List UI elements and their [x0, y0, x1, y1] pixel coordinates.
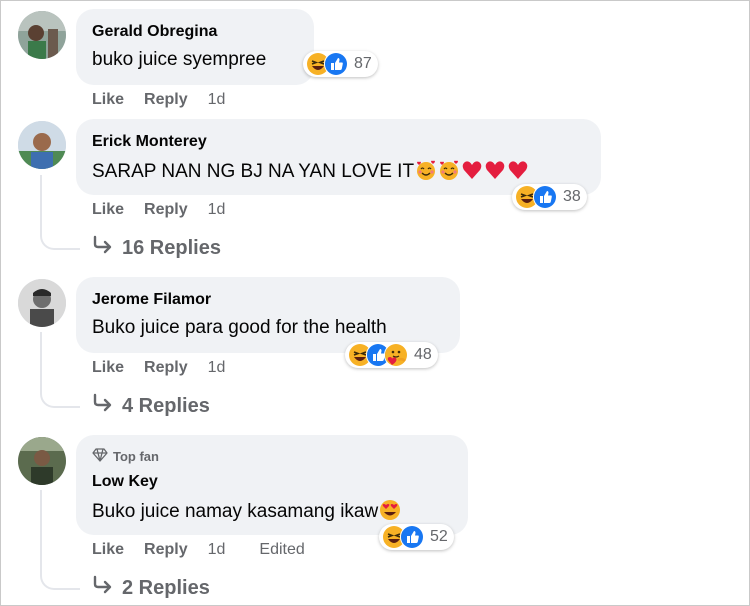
comment-text-body: SARAP NAN NG BJ NA YAN LOVE IT [92, 161, 415, 182]
comment-text: Buko juice namay kasamang ikaw [92, 499, 401, 523]
reaction-count: 87 [354, 55, 372, 72]
reaction-count: 52 [430, 528, 448, 545]
edited-label[interactable]: Edited [259, 541, 304, 559]
comment-timestamp[interactable]: 1d [208, 541, 226, 559]
top-fan-label: Top fan [113, 449, 159, 464]
comment-actions: Like Reply 1d Edited [92, 541, 325, 559]
reply-button[interactable]: Reply [144, 201, 188, 219]
reply-arrow-icon [92, 575, 114, 601]
comment-timestamp[interactable]: 1d [208, 359, 226, 377]
thread-line [40, 490, 80, 590]
comment-text: buko juice syempree [92, 49, 267, 70]
comment-timestamp[interactable]: 1d [208, 201, 226, 219]
like-button[interactable]: Like [92, 541, 124, 559]
comment-text-body: Buko juice namay kasamang ikaw [92, 501, 379, 522]
reply-button[interactable]: Reply [144, 359, 188, 377]
comment-text: SARAP NAN NG BJ NA YAN LOVE IT [92, 159, 529, 183]
reply-button[interactable]: Reply [144, 541, 188, 559]
avatar[interactable] [18, 437, 66, 485]
smiling-hearts-emoji-icon [415, 159, 437, 181]
reaction-count: 38 [563, 188, 581, 205]
care-reaction-icon [384, 343, 408, 367]
like-button[interactable]: Like [92, 201, 124, 219]
reaction-summary[interactable]: 38 [512, 184, 587, 210]
comment-actions: Like Reply 1d [92, 201, 245, 219]
replies-count[interactable]: 2 Replies [122, 577, 210, 600]
reaction-summary[interactable]: 87 [303, 51, 378, 77]
comment-author[interactable]: Jerome Filamor [92, 291, 211, 309]
thread-line [40, 332, 80, 408]
like-reaction-icon [324, 52, 348, 76]
comment-author[interactable]: Erick Monterey [92, 133, 207, 151]
comment-author[interactable]: Low Key [92, 473, 158, 491]
like-button[interactable]: Like [92, 359, 124, 377]
reply-button[interactable]: Reply [144, 91, 188, 109]
comment-actions: Like Reply 1d [92, 359, 245, 377]
reaction-summary[interactable]: 48 [345, 342, 438, 368]
like-reaction-icon [400, 525, 424, 549]
avatar[interactable] [18, 279, 66, 327]
heart-eyes-emoji-icon [379, 499, 401, 521]
smiling-hearts-emoji-icon [438, 159, 460, 181]
like-button[interactable]: Like [92, 91, 124, 109]
red-heart-emoji-icon [461, 159, 483, 181]
diamond-icon [92, 448, 108, 465]
comment-text: Buko juice para good for the health [92, 317, 387, 338]
red-heart-emoji-icon [507, 159, 529, 181]
replies-count[interactable]: 4 Replies [122, 395, 210, 418]
comment-bubble: Top fan Low Key Buko juice namay kasaman… [76, 435, 468, 535]
comment-actions: Like Reply 1d [92, 91, 245, 109]
top-fan-badge: Top fan [92, 448, 159, 465]
reply-arrow-icon [92, 235, 114, 261]
view-replies-link[interactable]: 16 Replies [92, 235, 221, 261]
view-replies-link[interactable]: 4 Replies [92, 393, 210, 419]
reaction-count: 48 [414, 346, 432, 363]
avatar[interactable] [18, 11, 66, 59]
red-heart-emoji-icon [484, 159, 506, 181]
reply-arrow-icon [92, 393, 114, 419]
view-replies-link[interactable]: 2 Replies [92, 575, 210, 601]
thread-line [40, 175, 80, 250]
like-reaction-icon [533, 185, 557, 209]
comment-timestamp[interactable]: 1d [208, 91, 226, 109]
reaction-summary[interactable]: 52 [379, 524, 454, 550]
replies-count[interactable]: 16 Replies [122, 237, 221, 260]
comment-author[interactable]: Gerald Obregina [92, 23, 217, 41]
comment-bubble: Gerald Obregina buko juice syempree [76, 9, 314, 85]
avatar[interactable] [18, 121, 66, 169]
